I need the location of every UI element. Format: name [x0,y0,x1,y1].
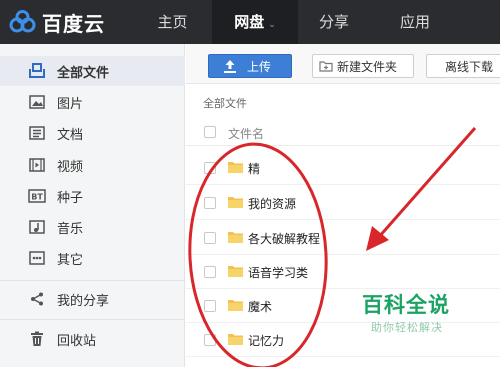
trash-icon [28,330,46,348]
sidebar: 全部文件 图片 文档 视频 BT 种子 音乐 其它 我的分享 回收站 [0,44,185,367]
nav-netdisk-label: 网盘 [234,13,265,31]
nav-netdisk[interactable]: 网盘 ⌄ [212,0,298,44]
folder-icon [228,334,243,345]
top-bar: 百度云 主页 网盘 ⌄ 分享 应用 [0,0,500,44]
nav-home-label: 主页 [157,13,188,31]
nav-share[interactable]: 分享 [298,0,370,44]
sidebar-item-images[interactable]: 图片 [0,87,185,117]
upload-label: 上传 [247,59,272,74]
sidebar-item-all-files[interactable]: 全部文件 [0,56,185,86]
more-icon [28,249,46,267]
file-row[interactable]: 记忆力 [186,323,500,357]
file-name[interactable]: 记忆力 [248,332,284,349]
torrent-icon: BT [28,187,46,205]
file-row[interactable]: 语音学习类 [186,255,500,289]
sidebar-item-recycle-bin[interactable]: 回收站 [0,324,185,354]
sidebar-item-label: 全部文件 [57,65,110,81]
file-row[interactable]: 各大破解教程 [186,221,500,255]
watermark-subtitle: 助你轻松解决 [371,321,443,334]
folder-icon [228,232,243,243]
new-folder-button[interactable]: 新建文件夹 [312,54,414,78]
file-name[interactable]: 语音学习类 [248,264,308,281]
file-name[interactable]: 我的资源 [248,195,296,212]
sidebar-item-label: 图片 [57,96,84,112]
nav-share-label: 分享 [318,13,349,31]
sidebar-item-music[interactable]: 音乐 [0,212,185,242]
sidebar-item-documents[interactable]: 文档 [0,118,185,148]
sidebar-item-label: 回收站 [57,333,97,349]
cloud-logo-icon [9,10,36,33]
chevron-down-icon: ⌄ [268,20,276,30]
nav-home[interactable]: 主页 [135,0,210,44]
upload-icon [224,60,236,73]
svg-text:BT: BT [31,193,43,202]
row-checkbox[interactable] [204,266,216,278]
row-checkbox[interactable] [204,334,216,346]
document-icon [28,124,46,142]
file-row[interactable]: 魔术 [186,289,500,323]
file-list-header: 文件名 [186,118,500,146]
toolbar: 上传 新建文件夹 离线下载 [186,44,500,84]
watermark-title: 百科全说 [362,293,450,317]
offline-download-button[interactable]: 离线下载 [426,54,500,78]
sidebar-item-videos[interactable]: 视频 [0,150,185,180]
nav-apps[interactable]: 应用 [380,0,450,44]
sidebar-item-label: 文档 [57,127,84,143]
sidebar-item-label: 其它 [57,252,84,268]
folder-icon [228,162,243,173]
folder-icon [228,266,243,277]
sidebar-divider [0,280,185,281]
sidebar-item-torrents[interactable]: BT 种子 [0,181,185,211]
sidebar-divider [0,319,185,320]
share-icon [28,290,46,308]
nav-apps-label: 应用 [399,13,430,31]
select-all-checkbox[interactable] [204,126,216,138]
new-folder-label: 新建文件夹 [337,59,398,74]
logo[interactable]: 百度云 [0,0,135,44]
sidebar-item-label: 音乐 [57,221,84,237]
breadcrumb[interactable]: 全部文件 [203,95,247,111]
upload-button[interactable]: 上传 [208,54,292,78]
row-checkbox[interactable] [204,232,216,244]
row-checkbox[interactable] [204,300,216,312]
sidebar-item-label: 视频 [57,159,84,175]
file-name[interactable]: 魔术 [248,298,272,315]
sidebar-item-label: 我的分享 [57,293,110,309]
folder-icon [228,197,243,208]
logo-text: 百度云 [42,12,105,36]
file-name[interactable]: 精 [248,160,260,177]
image-icon [28,93,46,111]
new-folder-icon [319,61,333,72]
sidebar-item-my-shares[interactable]: 我的分享 [0,284,185,314]
row-checkbox[interactable] [204,197,216,209]
folder-icon [228,300,243,311]
file-row[interactable]: 精 [186,151,500,185]
row-checkbox[interactable] [204,162,216,174]
all-files-icon [28,62,46,80]
file-name[interactable]: 各大破解教程 [248,230,320,247]
sidebar-item-others[interactable]: 其它 [0,243,185,273]
video-icon [28,156,46,174]
offline-download-label: 离线下载 [445,59,494,74]
file-row[interactable]: 我的资源 [186,186,500,220]
music-icon [28,218,46,236]
column-header-name[interactable]: 文件名 [228,125,264,142]
sidebar-item-label: 种子 [57,190,84,206]
